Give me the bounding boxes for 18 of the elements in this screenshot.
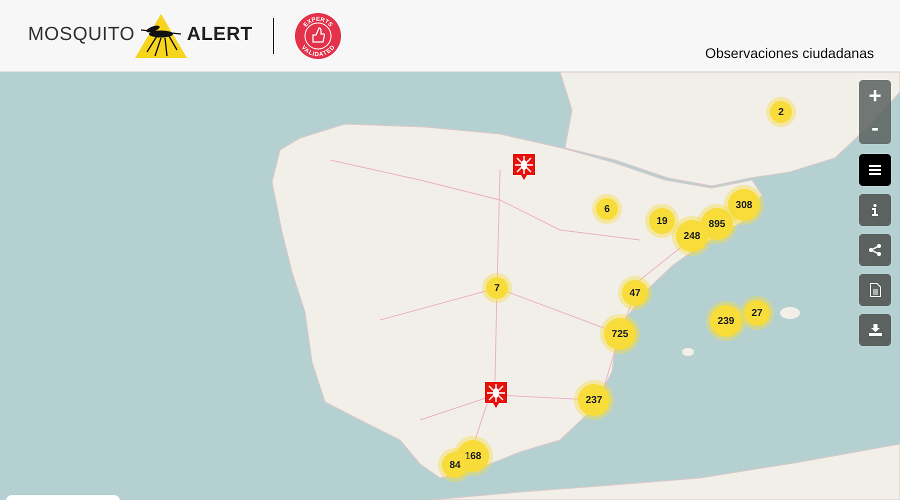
info-icon xyxy=(872,204,878,216)
zoom-in-button[interactable]: + xyxy=(859,80,891,112)
logo-text: ALERT xyxy=(186,23,253,48)
logo-text: MOSQUITO xyxy=(28,23,135,48)
report-button[interactable] xyxy=(859,274,891,306)
info-button[interactable] xyxy=(859,194,891,226)
menu-icon xyxy=(869,165,881,175)
share-icon xyxy=(869,244,881,256)
document-icon xyxy=(870,283,880,297)
download-button[interactable] xyxy=(859,314,891,346)
mosquito-pin-icon[interactable] xyxy=(513,154,535,180)
page-subtitle: Observaciones ciudadanas xyxy=(705,44,874,63)
mosquito-pin-icon[interactable] xyxy=(485,382,507,408)
share-button[interactable] xyxy=(859,234,891,266)
download-icon xyxy=(868,324,882,336)
mosquito-triangle-icon xyxy=(132,12,189,60)
zoom-out-button[interactable]: - xyxy=(859,112,891,144)
menu-button[interactable] xyxy=(859,154,891,186)
